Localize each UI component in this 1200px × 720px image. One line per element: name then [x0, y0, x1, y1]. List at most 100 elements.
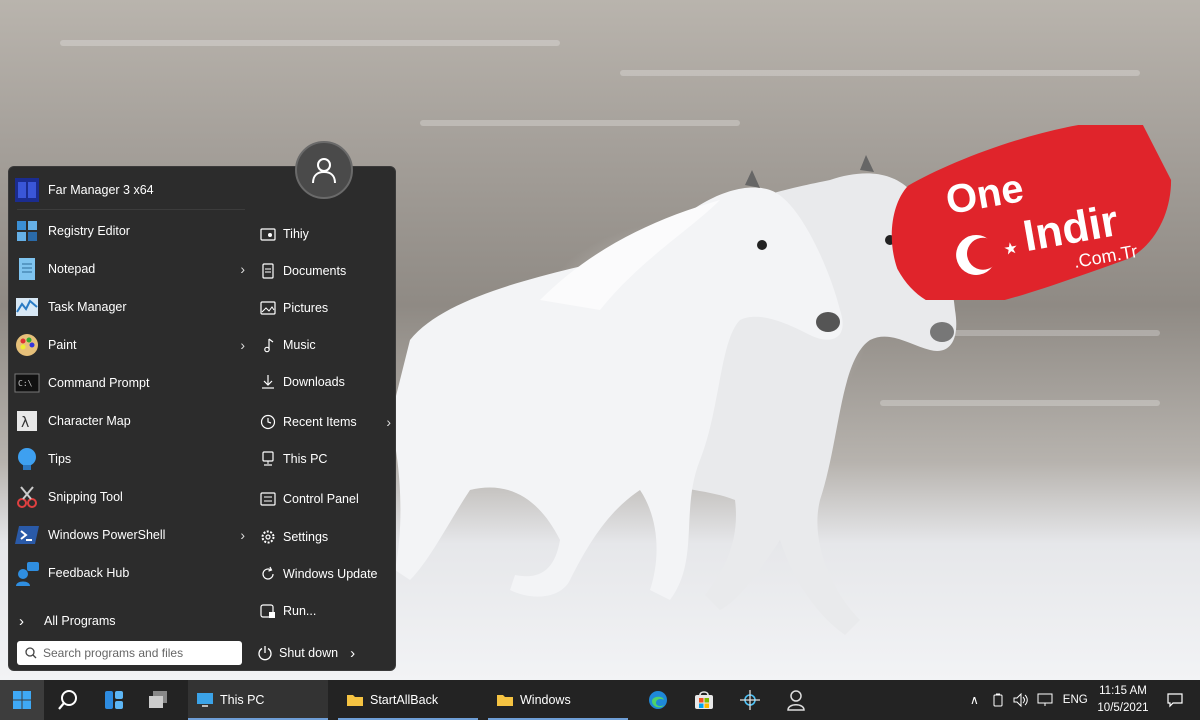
volume-icon[interactable]	[1013, 693, 1029, 707]
place-label: Recent Items	[283, 415, 357, 429]
program-command-prompt[interactable]: C:\ Command Prompt	[13, 365, 245, 401]
place-label: Pictures	[283, 301, 329, 315]
place-settings[interactable]: Settings	[259, 520, 399, 554]
place-label: Tihiy	[283, 227, 309, 241]
place-documents[interactable]: Documents	[259, 254, 399, 288]
search-box[interactable]	[17, 641, 242, 665]
program-powershell[interactable]: Windows PowerShell ›	[13, 517, 245, 553]
edge-icon	[649, 691, 667, 709]
shutdown-label: Shut down	[279, 646, 339, 660]
control-panel-icon	[259, 490, 277, 508]
all-programs-button[interactable]: › All Programs	[19, 607, 219, 635]
program-feedback-hub[interactable]: Feedback Hub	[13, 555, 245, 591]
system-tray: ∧ ENG	[970, 680, 1088, 720]
search-button[interactable]	[50, 680, 86, 720]
store-icon	[695, 691, 713, 709]
place-label: Downloads	[283, 375, 345, 389]
snipping-tool-taskbar-button[interactable]	[732, 680, 768, 720]
place-label: Control Panel	[283, 492, 359, 506]
clock-icon	[259, 413, 277, 431]
place-tihiy[interactable]: Tihiy	[259, 217, 399, 251]
places-column: Tihiy Documents Pictures Music Downloads…	[247, 167, 397, 670]
program-label: Task Manager	[48, 300, 127, 314]
place-downloads[interactable]: Downloads	[259, 365, 399, 399]
place-windows-update[interactable]: Windows Update	[259, 557, 399, 591]
store-button[interactable]	[686, 680, 722, 720]
program-task-manager[interactable]: Task Manager	[13, 289, 245, 325]
person-icon	[787, 690, 805, 711]
taskbar-app-windows[interactable]: Windows	[488, 680, 628, 720]
program-label: Notepad	[48, 262, 96, 276]
taskbar-app-label: StartAllBack	[370, 693, 439, 707]
chevron-up-icon[interactable]: ∧	[970, 693, 979, 707]
program-label: Paint	[48, 338, 77, 352]
program-paint[interactable]: Paint ›	[13, 327, 245, 363]
command-prompt-icon: C:\	[13, 369, 41, 397]
network-icon[interactable]	[1037, 693, 1053, 707]
taskbar: This PC StartAllBack Windows ∧ ENG 11:15…	[0, 680, 1200, 720]
tips-icon	[13, 445, 41, 473]
music-icon	[259, 336, 277, 354]
chevron-right-icon[interactable]: ›	[240, 261, 245, 277]
registry-editor-icon	[13, 217, 41, 245]
run-icon	[259, 602, 277, 620]
program-label: Snipping Tool	[48, 490, 123, 504]
shutdown-button[interactable]: Shut down ›	[257, 641, 355, 665]
place-recent-items[interactable]: Recent Items ›	[259, 405, 399, 439]
computer-icon	[259, 450, 277, 468]
user-folder-icon	[259, 225, 277, 243]
start-menu: Far Manager 3 x64 Registry Editor Notepa…	[8, 141, 397, 671]
computer-icon	[197, 693, 213, 707]
place-label: Windows Update	[283, 567, 378, 581]
svg-text:C:\: C:\	[18, 379, 33, 388]
program-notepad[interactable]: Notepad ›	[13, 251, 245, 287]
language-indicator[interactable]: ENG	[1063, 694, 1088, 706]
windows-logo-icon	[13, 691, 31, 709]
start-button[interactable]	[0, 680, 44, 720]
program-label: Feedback Hub	[48, 566, 130, 580]
program-label: Registry Editor	[48, 224, 130, 238]
picture-icon	[259, 299, 277, 317]
edge-button[interactable]	[640, 680, 676, 720]
taskbar-app-label: This PC	[220, 693, 265, 707]
chevron-right-icon[interactable]: ›	[240, 337, 245, 353]
program-tips[interactable]: Tips	[13, 441, 245, 477]
notifications-button[interactable]	[1160, 680, 1190, 720]
place-control-panel[interactable]: Control Panel	[259, 482, 399, 516]
feedback-hub-icon	[13, 559, 41, 587]
program-registry-editor[interactable]: Registry Editor	[13, 213, 245, 249]
program-label: Tips	[48, 452, 72, 466]
chevron-right-icon[interactable]: ›	[240, 527, 245, 543]
task-view-icon	[149, 691, 167, 708]
svg-text:★: ★	[1002, 240, 1019, 259]
taskbar-app-this-pc[interactable]: This PC	[188, 680, 328, 720]
place-pictures[interactable]: Pictures	[259, 291, 399, 325]
clock[interactable]: 11:15 AM 10/5/2021	[1093, 683, 1153, 717]
chevron-right-icon[interactable]: ›	[350, 645, 355, 662]
place-label: Music	[283, 338, 316, 352]
chevron-right-icon: ›	[19, 612, 24, 630]
taskbar-app-startallback[interactable]: StartAllBack	[338, 680, 478, 720]
place-this-pc[interactable]: This PC	[259, 442, 399, 476]
place-label: Documents	[283, 264, 347, 278]
character-map-icon: λ	[13, 407, 41, 435]
place-music[interactable]: Music	[259, 328, 399, 362]
program-far-manager[interactable]: Far Manager 3 x64	[13, 172, 245, 208]
place-label: Settings	[283, 530, 329, 544]
chevron-right-icon[interactable]: ›	[386, 414, 391, 430]
divider	[17, 209, 245, 210]
document-icon	[259, 262, 277, 280]
update-icon	[259, 565, 277, 583]
agent-app-button[interactable]	[778, 680, 814, 720]
battery-icon[interactable]	[991, 693, 1005, 707]
task-view-button[interactable]	[140, 680, 176, 720]
widgets-button[interactable]	[96, 680, 132, 720]
search-input[interactable]	[43, 646, 223, 660]
task-manager-icon	[13, 293, 41, 321]
program-snipping-tool[interactable]: Snipping Tool	[13, 479, 245, 515]
search-icon	[25, 647, 37, 659]
program-character-map[interactable]: λ Character Map	[13, 403, 245, 439]
place-run[interactable]: Run...	[259, 594, 399, 628]
paint-icon	[13, 331, 41, 359]
notepad-icon	[13, 255, 41, 283]
